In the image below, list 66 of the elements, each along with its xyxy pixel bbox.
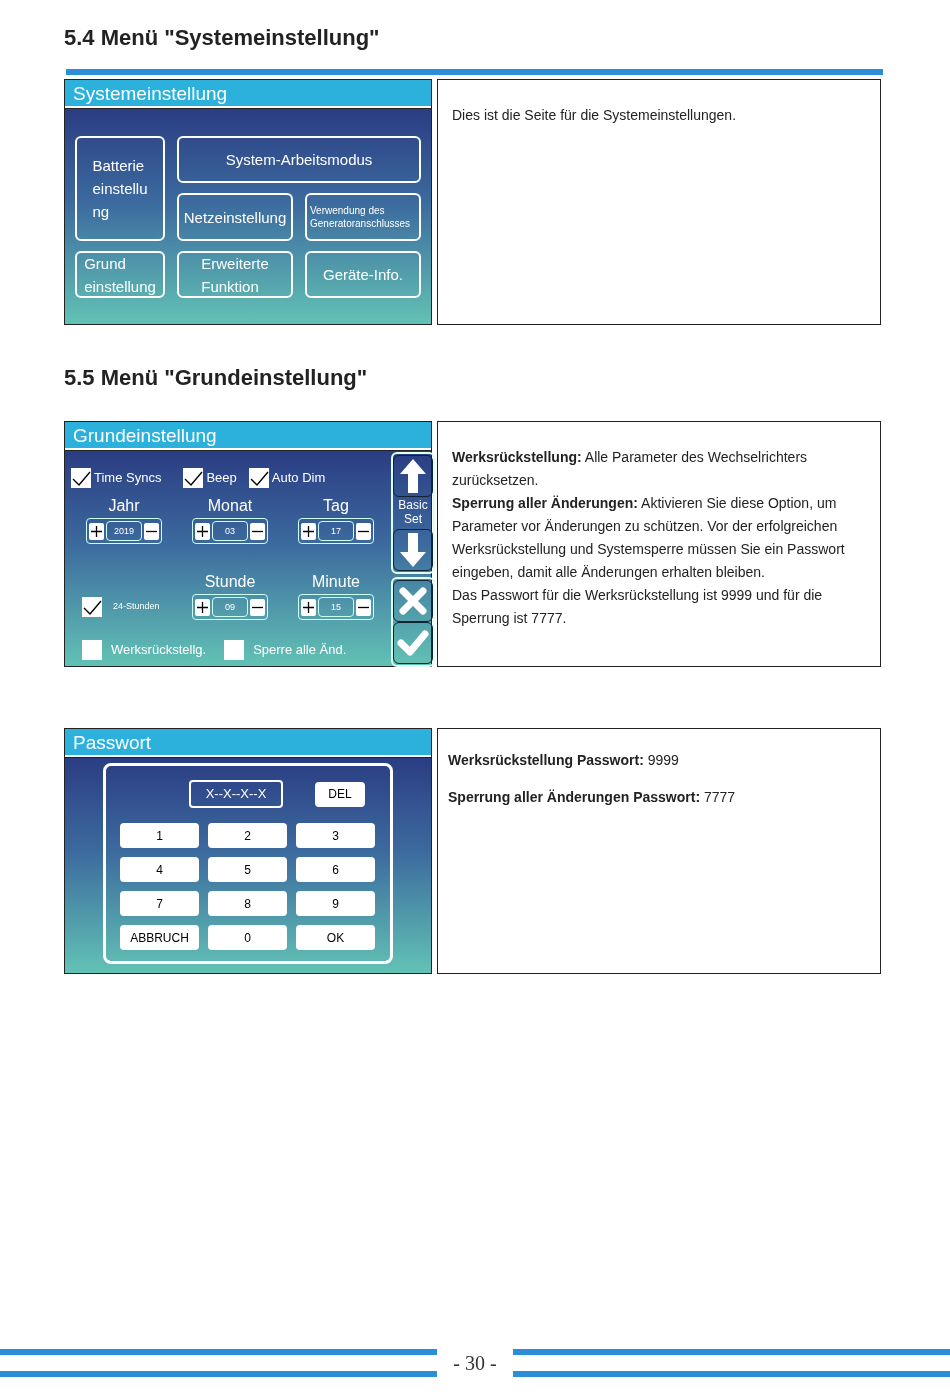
keypad-key[interactable]: 5 [208,857,287,882]
checkmark-icon[interactable] [393,622,433,664]
keypad-key[interactable]: 2 [208,823,287,848]
option-label: Werksrückstellg. [111,641,207,660]
field-label: Monat [207,496,253,516]
keypad-key[interactable]: 6 [296,857,375,882]
plus-icon[interactable] [301,522,316,540]
value-field[interactable]: 2019 [106,521,142,541]
keypad-key[interactable]: 1 [120,823,199,848]
description-text: Werksrückstellung: Alle Parameter des Wechselrichters zurücksetzen. [452,448,809,490]
screen-title: Grundeinstellung [65,422,431,450]
plus-icon[interactable] [89,522,104,540]
checkbox[interactable] [183,468,204,488]
section-heading: 5.4 Menü "Systemeinstellung" [64,24,381,52]
description-text: Dies ist die Seite für die Systemeinstellungen. [452,106,738,125]
option-label: Time Syncs [94,469,162,488]
close-icon[interactable] [393,580,433,622]
checkbox[interactable] [224,640,245,660]
option-label: Sperre alle Änd. [253,641,347,660]
minus-icon[interactable] [250,522,265,540]
plus-icon[interactable] [195,522,210,540]
minus-icon[interactable] [250,598,265,616]
page-number: - 30 - [452,1351,498,1376]
keypad-key[interactable]: 8 [208,891,287,916]
option-label: Beep [206,469,237,488]
option-label: Auto Dim [271,469,326,488]
menu-button[interactable]: Netzeinstellung [177,193,293,241]
screen-title: Systemeinstellung [65,80,431,108]
password-field[interactable]: X--X--X--X [189,780,283,808]
option-label: 24-Stunden [113,600,160,614]
plus-icon[interactable] [301,598,316,616]
field-label: Minute [312,572,360,592]
keypad-key[interactable]: 4 [120,857,199,882]
checkbox[interactable] [82,640,102,660]
keypad-key[interactable]: ABBRUCH [120,925,199,950]
menu-button[interactable]: Batterie einstellu ng [75,136,165,241]
description-text: Werksrückstellung Passwort: 9999 [448,751,680,770]
minus-icon[interactable] [356,522,371,540]
keypad-key[interactable]: OK [296,925,375,950]
checkbox[interactable] [71,468,91,488]
description-text: Sperrung aller Änderungen Passwort: 7777 [448,788,737,807]
description-text: Das Passwort für die Werksrückstellung ist 9999 und für die Sperrung ist 7777. [452,586,824,628]
stepper-control[interactable]: 17 [298,518,374,544]
checkbox[interactable] [248,468,269,488]
keypad-key[interactable]: 7 [120,891,199,916]
minus-icon[interactable] [144,522,159,540]
value-field[interactable]: 17 [318,521,354,541]
field-label: Jahr [108,496,140,516]
stepper-control[interactable]: 03 [192,518,268,544]
field-label: Stunde [204,572,256,592]
screen-title: Passwort [65,729,431,757]
field-label: Tag [323,496,349,516]
keypad-key[interactable]: 3 [296,823,375,848]
keypad-key[interactable]: 9 [296,891,375,916]
menu-button[interactable]: Verwendung des Generatoranschlusses [305,193,421,241]
minus-icon[interactable] [356,598,371,616]
stepper-control[interactable]: 2019 [86,518,162,544]
side-label: Basic Set [397,497,429,528]
checkbox[interactable] [82,597,102,617]
description-text: Sperrung aller Änderungen: Aktivieren Sie diese Option, um Parameter vor Änderungen zu schützen. Vor der erfolgreichen Werksrückstellung und Systemsperre müssen Sie ein Passwort eingeben, damit alle Änderungen erhalten bleiben. [452,494,846,582]
keypad-key[interactable]: 0 [208,925,287,950]
menu-button[interactable]: System-Arbeitsmodus [177,136,421,183]
section-heading: 5.5 Menü "Grundeinstellung" [64,364,369,392]
value-field[interactable]: 03 [212,521,248,541]
plus-icon[interactable] [195,598,210,616]
delete-button[interactable]: DEL [315,781,365,807]
